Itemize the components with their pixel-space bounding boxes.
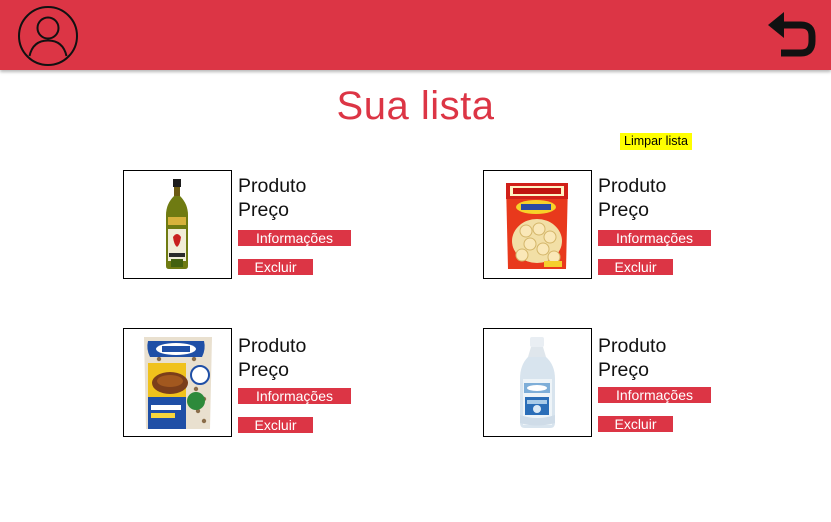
product-name: Produto	[598, 175, 667, 197]
back-button[interactable]	[765, 9, 819, 59]
delete-button[interactable]: Excluir	[598, 416, 673, 432]
product-image[interactable]	[483, 170, 592, 279]
product-name: Produto	[598, 335, 667, 357]
top-bar	[0, 0, 831, 70]
product-price: Preço	[238, 359, 289, 381]
product-price: Preço	[598, 199, 649, 221]
product-card: Produto Preço Informações Excluir	[123, 170, 353, 280]
delete-button[interactable]: Excluir	[238, 259, 313, 275]
page-title: Sua lista	[336, 84, 495, 128]
info-button[interactable]: Informações	[598, 230, 711, 246]
product-image[interactable]	[123, 328, 232, 437]
info-button[interactable]: Informações	[238, 230, 351, 246]
delete-button[interactable]: Excluir	[238, 417, 313, 433]
info-button[interactable]: Informações	[598, 387, 711, 403]
product-card: Produto Preço Informações Excluir	[123, 328, 353, 438]
product-card: Produto Preço Informações Excluir	[483, 170, 713, 280]
product-price: Preço	[238, 199, 289, 221]
clear-list-button[interactable]: Limpar lista	[620, 133, 692, 150]
undo-arrow-icon	[768, 12, 816, 57]
product-image[interactable]	[483, 328, 592, 437]
info-button[interactable]: Informações	[238, 388, 351, 404]
user-profile-icon[interactable]	[17, 5, 79, 67]
delete-button[interactable]: Excluir	[598, 259, 673, 275]
product-name: Produto	[238, 335, 307, 357]
product-image[interactable]	[123, 170, 232, 279]
product-card: Produto Preço Informações Excluir	[483, 328, 713, 438]
product-name: Produto	[238, 175, 307, 197]
product-price: Preço	[598, 359, 649, 381]
